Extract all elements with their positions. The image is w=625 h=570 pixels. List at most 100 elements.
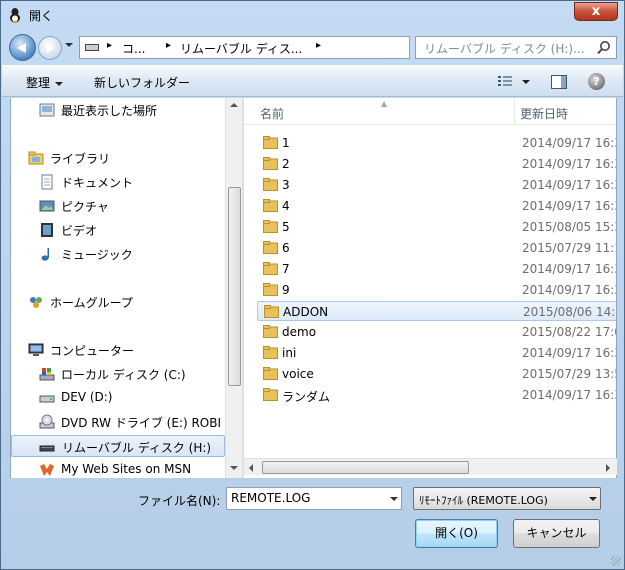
preview-pane-icon[interactable] xyxy=(551,75,567,89)
forward-arrow-icon xyxy=(47,43,55,53)
sidebar-item-homegroup[interactable]: ホームグループ xyxy=(28,291,228,313)
library-icon xyxy=(28,151,44,165)
list-item[interactable]: 9 2014/09/17 16:3 xyxy=(257,280,616,300)
sidebar-item-msn-sites[interactable]: My Web Sites on MSN xyxy=(39,459,229,478)
folder-icon xyxy=(263,262,278,275)
file-type-value: ﾘﾓｰﾄﾌｧｲﾙ (REMOTE.LOG) xyxy=(419,494,548,507)
list-item[interactable]: 2 2014/09/17 16:3 xyxy=(257,154,617,174)
file-date: 2015/08/06 14:1 xyxy=(523,305,617,319)
file-name: demo xyxy=(282,325,317,339)
file-name: ini xyxy=(282,346,297,360)
view-dropdown-icon[interactable] xyxy=(522,80,530,84)
list-item-selected[interactable]: ADDON 2015/08/06 14:1 xyxy=(257,301,617,321)
scroll-up-icon[interactable] xyxy=(230,103,238,107)
history-dropdown-icon[interactable] xyxy=(65,43,73,47)
file-date: 2015/07/29 13:5 xyxy=(522,367,617,381)
list-item[interactable]: demo 2015/08/22 17:0 xyxy=(257,322,616,342)
sidebar-item-dev-drive[interactable]: DEV (D:) xyxy=(39,387,229,409)
file-date: 2014/09/17 16:3 xyxy=(522,388,617,402)
sidebar-item-library[interactable]: ライブラリ xyxy=(28,147,228,169)
file-name: 4 xyxy=(282,199,290,213)
breadcrumb-arrow-icon[interactable]: ▸ xyxy=(316,40,321,51)
list-item[interactable]: 6 2015/07/29 11:1 xyxy=(257,238,616,258)
sidebar-item-local-disk[interactable]: ローカル ディスク (C:) xyxy=(39,363,229,385)
organize-button[interactable]: 整理 xyxy=(26,74,64,91)
folder-icon xyxy=(264,305,279,318)
file-name: 9 xyxy=(282,283,290,297)
sidebar-item-music[interactable]: ミュージック xyxy=(39,243,229,265)
file-list: ▲ 名前 更新日時 1 2014/09/17 16:3 2 2014/09/17 1… xyxy=(244,98,617,478)
column-header-row: ▲ 名前 更新日時 xyxy=(244,98,616,125)
column-header-date[interactable]: 更新日時 xyxy=(520,105,568,122)
search-box[interactable]: リムーバブル ディスク (H:)... xyxy=(415,36,617,59)
list-item[interactable]: ini 2014/09/17 16:3 xyxy=(257,343,616,363)
sidebar-item-documents[interactable]: ドキュメント xyxy=(39,171,229,193)
file-list-scrollbar[interactable] xyxy=(244,458,617,475)
computer-icon xyxy=(28,343,44,356)
file-name: ADDON xyxy=(283,305,329,319)
resize-grip-icon[interactable] xyxy=(611,556,621,566)
breadcrumb-removable-disk[interactable]: リムーバブル ディス... xyxy=(180,40,302,57)
sidebar-item-dvd-drive[interactable]: DVD RW ドライブ (E:) ROBI xyxy=(39,411,239,433)
local-disk-icon xyxy=(39,368,55,381)
window-title: 開く xyxy=(29,9,54,23)
sidebar-item-videos[interactable]: ビデオ xyxy=(39,219,229,241)
sidebar-item-removable-disk[interactable]: リムーバブル ディスク (H:) xyxy=(11,435,225,457)
file-name: 5 xyxy=(282,220,290,234)
file-list-scroll-thumb[interactable] xyxy=(262,461,469,474)
list-item[interactable]: 7 2014/09/17 16:3 xyxy=(257,259,617,279)
file-name: ランダム xyxy=(282,390,331,404)
list-item[interactable]: 3 2014/09/17 16:3 xyxy=(257,175,616,195)
breadcrumb-computer[interactable]: コ... xyxy=(122,40,145,57)
folder-icon xyxy=(263,367,278,380)
breadcrumb-arrow-icon[interactable]: ▸ xyxy=(107,40,112,51)
forward-button[interactable] xyxy=(38,36,62,60)
open-button[interactable]: 開く(O) xyxy=(415,519,498,548)
sidebar-scroll-thumb[interactable] xyxy=(228,187,241,386)
address-bar[interactable]: ▸ コ... ▸ リムーバブル ディス... ▸ ⟳ xyxy=(79,36,476,59)
chevron-down-icon xyxy=(55,81,64,86)
breadcrumb-arrow-icon[interactable]: ▸ xyxy=(166,40,171,51)
file-type-filter[interactable]: ﾘﾓｰﾄﾌｧｲﾙ (REMOTE.LOG) xyxy=(413,487,601,510)
view-options-icon[interactable] xyxy=(497,75,513,88)
column-header-name[interactable]: 名前 xyxy=(260,105,284,122)
filename-label: ファイル名(N): xyxy=(138,494,221,508)
help-icon[interactable]: ? xyxy=(588,73,605,90)
back-button[interactable] xyxy=(9,34,36,61)
filename-dropdown-icon[interactable] xyxy=(390,497,398,501)
title-bar[interactable]: 開く x xyxy=(1,1,624,29)
scroll-down-icon[interactable] xyxy=(230,466,238,470)
list-item[interactable]: 1 2014/09/17 16:3 xyxy=(257,133,616,153)
search-icon[interactable] xyxy=(597,40,611,55)
file-name: 6 xyxy=(282,241,290,255)
close-button[interactable]: x xyxy=(574,2,618,21)
cancel-button[interactable]: キャンセル xyxy=(513,519,600,548)
list-item[interactable]: 4 2014/09/17 16:3 xyxy=(257,196,616,216)
videos-icon xyxy=(41,223,53,237)
sidebar-item-recent-places[interactable]: 最近表示した場所 xyxy=(39,99,229,121)
sidebar-item-label: DVD RW ドライブ (E:) ROBI xyxy=(61,416,221,430)
folder-icon xyxy=(263,178,278,191)
close-icon: x xyxy=(591,4,601,19)
sidebar-item-pictures[interactable]: ピクチャ xyxy=(39,195,229,217)
navigation-row: ▸ コ... ▸ リムーバブル ディス... ▸ ⟳ リムーバブル ディスク (… xyxy=(1,31,624,63)
sidebar-scrollbar[interactable] xyxy=(225,98,242,478)
sidebar-item-computer[interactable]: コンピューター xyxy=(28,339,228,361)
sidebar-item-label: ライブラリ xyxy=(50,152,111,166)
removable-disk-icon xyxy=(39,445,55,452)
folder-icon xyxy=(263,388,278,401)
sidebar-item-label: ピクチャ xyxy=(61,200,109,214)
file-date: 2014/09/17 16:3 xyxy=(522,157,617,171)
file-date: 2014/09/17 16:3 xyxy=(522,262,617,276)
list-item[interactable]: ランダム 2014/09/17 16:3 xyxy=(257,385,617,405)
column-divider[interactable] xyxy=(514,98,515,125)
scroll-right-icon[interactable] xyxy=(606,464,610,472)
folder-icon xyxy=(263,220,278,233)
list-item[interactable]: voice 2015/07/29 13:5 xyxy=(257,364,617,384)
music-icon xyxy=(41,248,49,261)
folder-icon xyxy=(263,325,278,338)
new-folder-button[interactable]: 新しいフォルダー xyxy=(94,74,190,91)
list-item[interactable]: 5 2015/08/05 15:3 xyxy=(257,217,616,237)
filename-input[interactable]: REMOTE.LOG xyxy=(226,487,402,510)
scroll-left-icon[interactable] xyxy=(249,464,253,472)
